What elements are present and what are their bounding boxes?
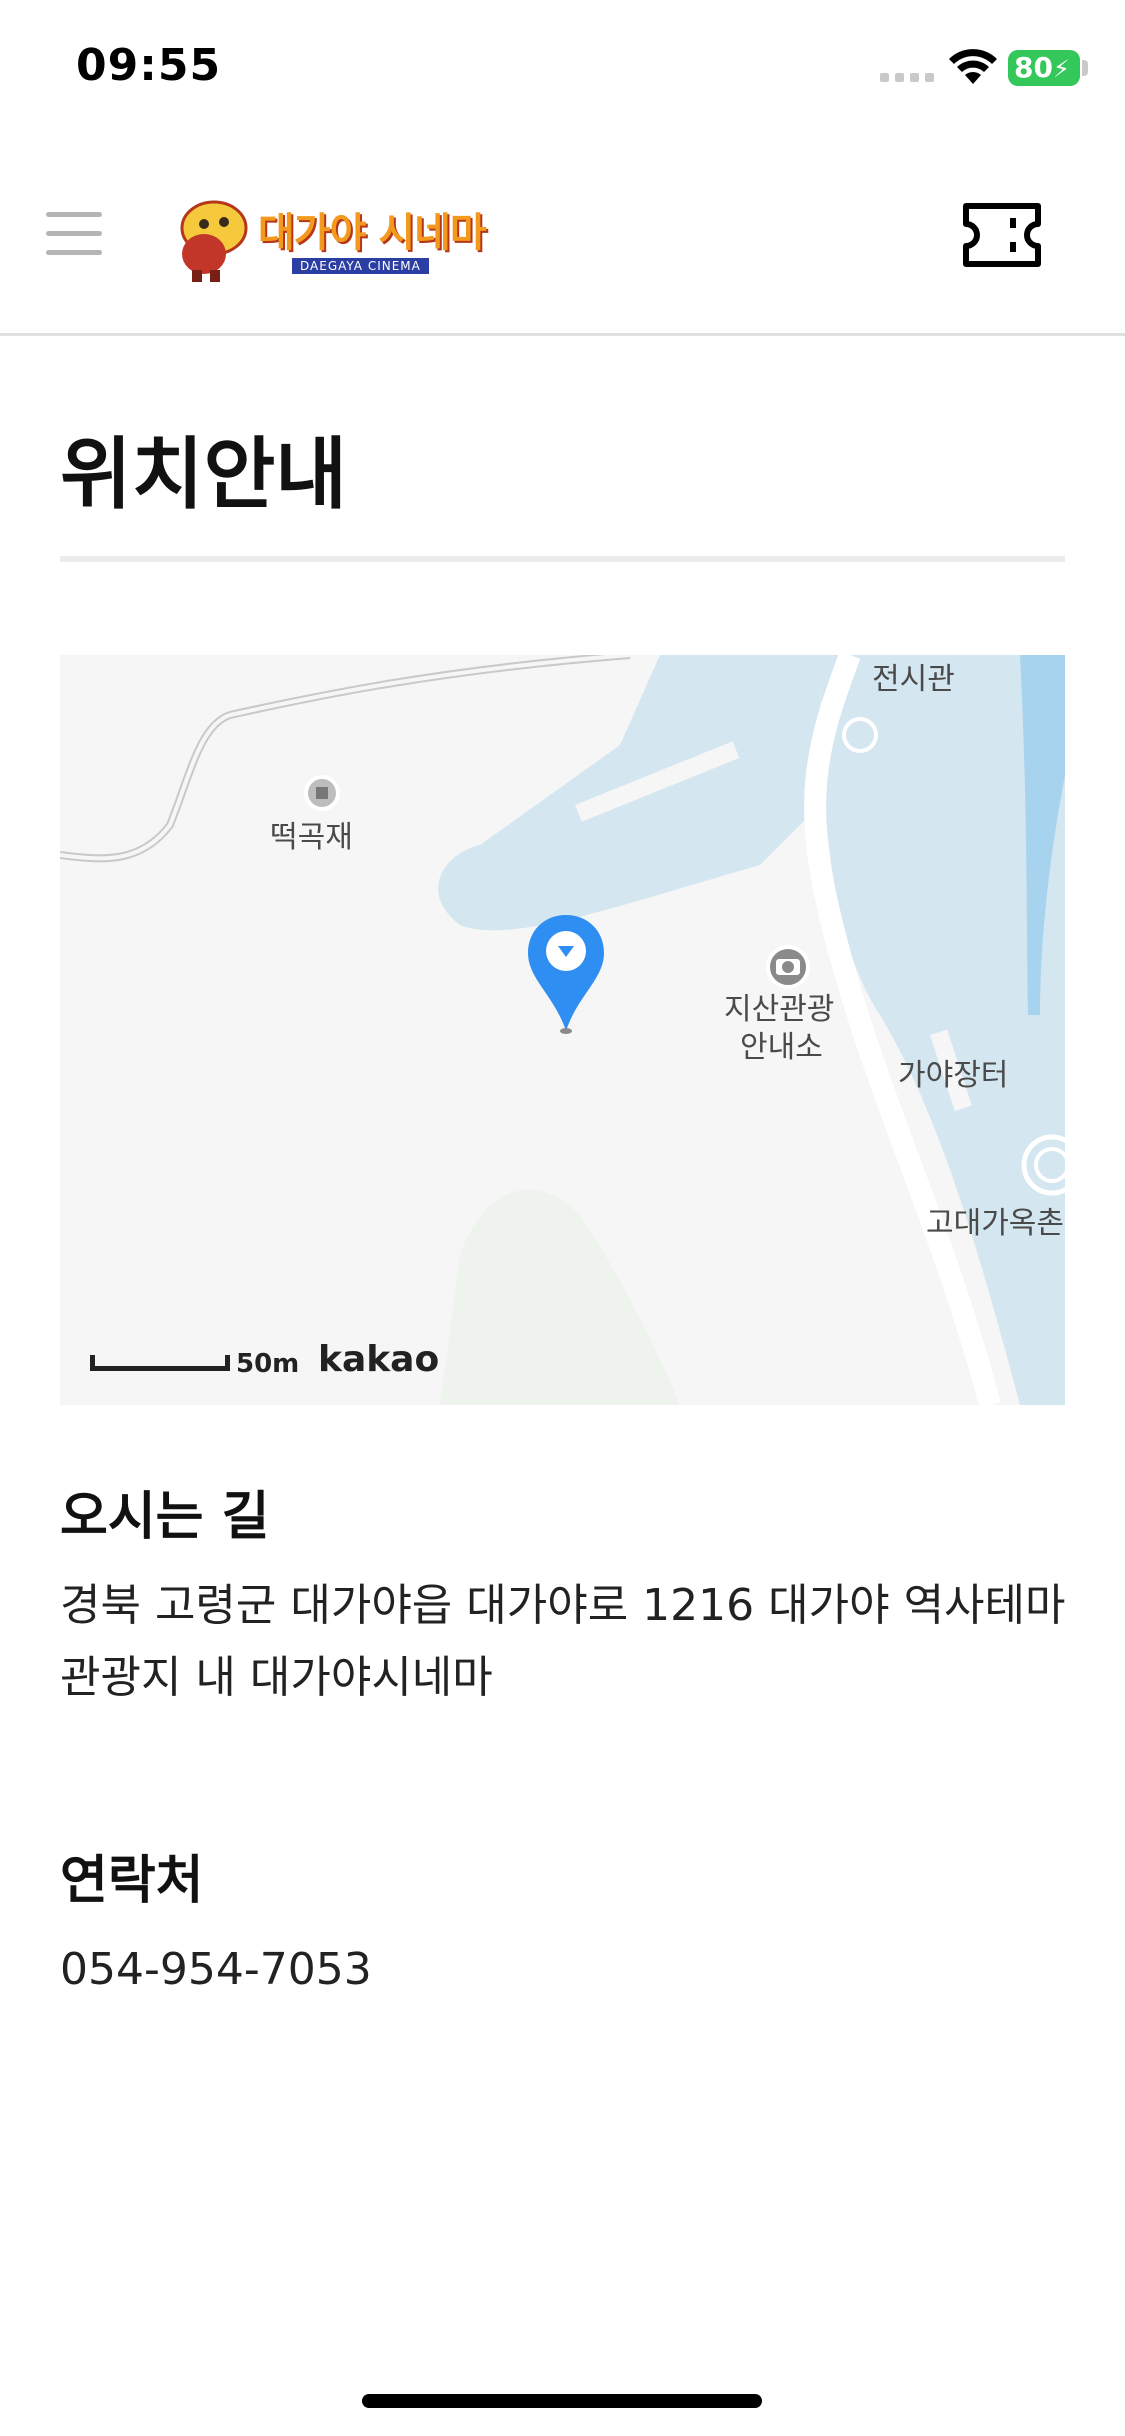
wifi-icon <box>949 49 997 84</box>
battery-nub <box>1082 60 1088 76</box>
logo-text: 대가야 시네마 <box>258 210 487 256</box>
mascot-icon <box>180 200 248 282</box>
contact-title: 연락처 <box>60 1851 204 1911</box>
contact-phone[interactable]: 054-954-7053 <box>60 1934 1070 2006</box>
map-label-jisan-line1: 지산관광 <box>724 992 835 1027</box>
screen: 09:55 80⚡ 대가야 시네마 DAEGAYA CINEMA 위치안내 떡곡… <box>0 0 1125 2436</box>
map-label-jisan-line2: 안내소 <box>740 1030 823 1065</box>
logo-subtext: DAEGAYA CINEMA <box>292 258 429 274</box>
map-label-tteokgokjae: 떡곡재 <box>270 820 353 855</box>
map-scale-bar <box>90 1355 230 1371</box>
location-map[interactable]: 떡곡재 전시관 지산관광 안내소 가야장터 고대가옥촌 50m kakao <box>60 655 1065 1405</box>
battery-level: 80 <box>1014 51 1053 84</box>
signal-icon <box>880 72 936 82</box>
page-title: 위치안내 <box>60 430 348 520</box>
home-indicator[interactable] <box>362 2394 762 2408</box>
status-bar: 09:55 80⚡ <box>0 0 1125 140</box>
title-divider <box>60 556 1065 562</box>
app-header: 대가야 시네마 DAEGAYA CINEMA <box>0 150 1125 336</box>
map-scale-label: 50m <box>236 1349 300 1379</box>
map-provider-logo: kakao <box>318 1339 440 1380</box>
map-label-gaya-market: 가야장터 <box>898 1058 1009 1093</box>
battery-charging-icon: 80⚡ <box>1008 50 1080 86</box>
ticket-icon[interactable] <box>960 200 1044 270</box>
map-label-jeonsigwan: 전시관 <box>872 662 955 697</box>
directions-address: 경북 고령군 대가야읍 대가야로 1216 대가야 역사테마관광지 내 대가야시… <box>60 1580 1066 1703</box>
location-pin-icon[interactable] <box>526 913 606 1035</box>
cinema-logo[interactable]: 대가야 시네마 DAEGAYA CINEMA <box>170 194 487 284</box>
status-time: 09:55 <box>76 40 222 91</box>
hamburger-menu-icon[interactable] <box>46 212 102 256</box>
directions-title: 오시는 길 <box>60 1487 270 1547</box>
map-label-ancient-house: 고대가옥촌 <box>926 1206 1064 1241</box>
